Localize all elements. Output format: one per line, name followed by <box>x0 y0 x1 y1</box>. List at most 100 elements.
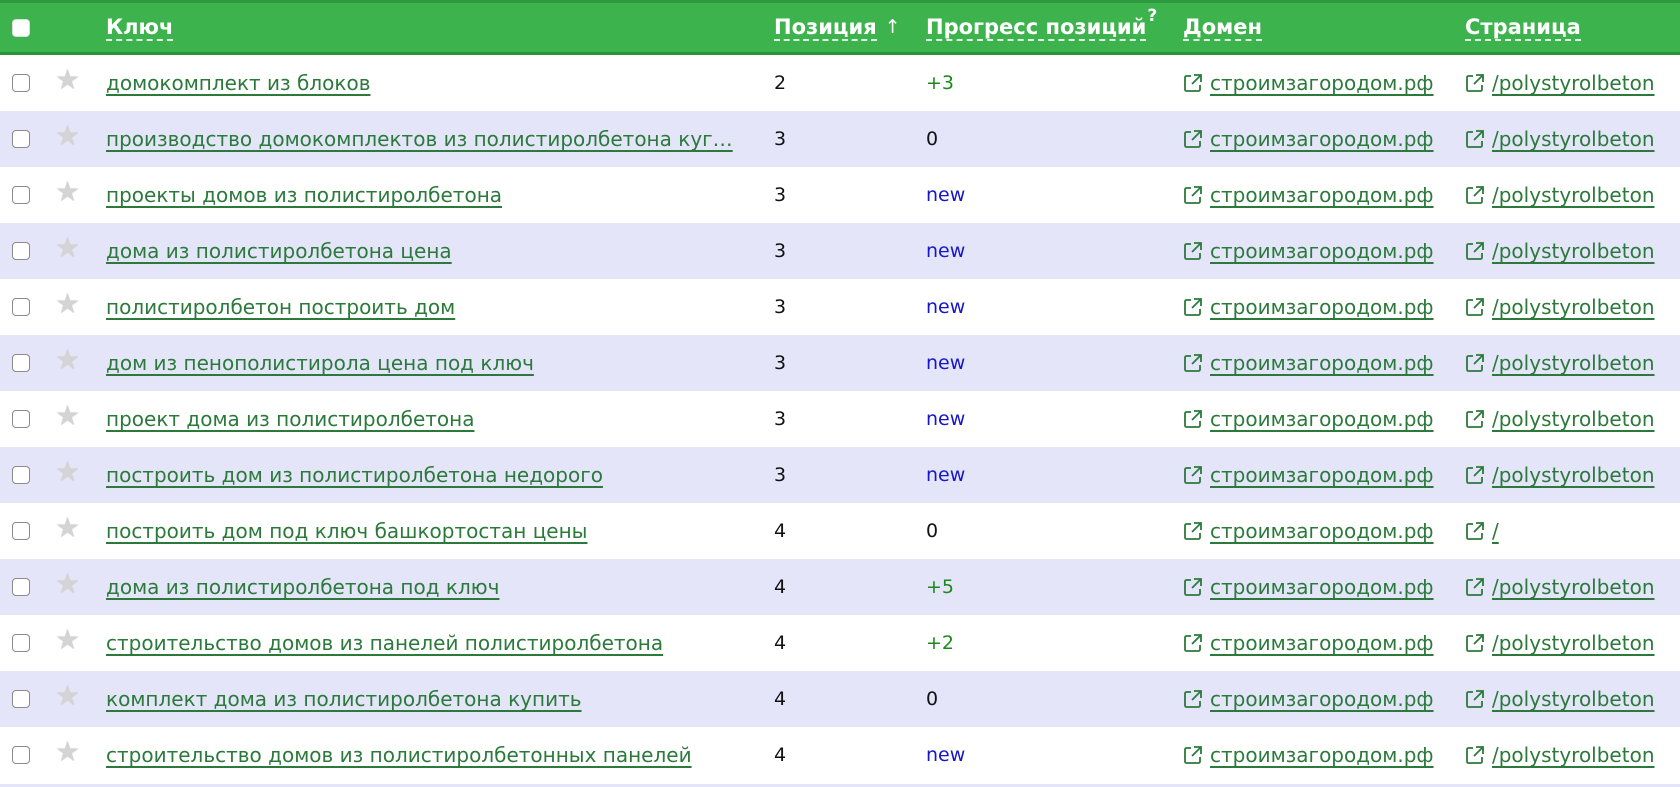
page-link[interactable]: / <box>1492 519 1499 543</box>
column-header-position[interactable]: Позиция ↑ <box>774 15 901 41</box>
external-link-icon[interactable] <box>1465 409 1485 429</box>
keyword-link[interactable]: дома из полистиролбетона цена <box>106 239 452 263</box>
row-checkbox[interactable] <box>12 634 30 652</box>
star-icon[interactable]: ★ <box>55 234 80 262</box>
domain-link[interactable]: строимзагородом.рф <box>1210 295 1434 319</box>
star-icon[interactable]: ★ <box>55 458 80 486</box>
page-link[interactable]: /polystyrolbeton <box>1492 351 1655 375</box>
external-link-icon[interactable] <box>1465 577 1485 597</box>
star-icon[interactable]: ★ <box>55 178 80 206</box>
page-link[interactable]: /polystyrolbeton <box>1492 575 1655 599</box>
external-link-icon[interactable] <box>1183 521 1203 541</box>
keyword-link[interactable]: дом из пенополистирола цена под ключ <box>106 351 534 375</box>
external-link-icon[interactable] <box>1465 465 1485 485</box>
row-checkbox[interactable] <box>12 242 30 260</box>
domain-link[interactable]: строимзагородом.рф <box>1210 71 1434 95</box>
domain-link[interactable]: строимзагородом.рф <box>1210 575 1434 599</box>
external-link-icon[interactable] <box>1465 185 1485 205</box>
keyword-link[interactable]: построить дом под ключ башкортостан цены <box>106 519 587 543</box>
column-header-progress[interactable]: Прогресс позиций ? <box>926 6 1157 41</box>
external-link-icon[interactable] <box>1183 73 1203 93</box>
row-checkbox[interactable] <box>12 690 30 708</box>
column-header-domain[interactable]: Домен <box>1183 15 1263 41</box>
page-link[interactable]: /polystyrolbeton <box>1492 295 1655 319</box>
star-icon[interactable]: ★ <box>55 346 80 374</box>
external-link-icon[interactable] <box>1183 409 1203 429</box>
page-link[interactable]: /polystyrolbeton <box>1492 239 1655 263</box>
keyword-link[interactable]: дома из полистиролбетона под ключ <box>106 575 499 599</box>
star-icon[interactable]: ★ <box>55 66 80 94</box>
domain-link[interactable]: строимзагородом.рф <box>1210 519 1434 543</box>
position-header-label[interactable]: Позиция <box>774 15 877 41</box>
domain-link[interactable]: строимзагородом.рф <box>1210 743 1434 767</box>
external-link-icon[interactable] <box>1465 73 1485 93</box>
external-link-icon[interactable] <box>1465 297 1485 317</box>
keyword-link[interactable]: домокомплект из блоков <box>106 71 371 95</box>
external-link-icon[interactable] <box>1465 745 1485 765</box>
keyword-link[interactable]: проекты домов из полистиролбетона <box>106 183 502 207</box>
page-link[interactable]: /polystyrolbeton <box>1492 743 1655 767</box>
page-link[interactable]: /polystyrolbeton <box>1492 183 1655 207</box>
page-link[interactable]: /polystyrolbeton <box>1492 687 1655 711</box>
external-link-icon[interactable] <box>1465 241 1485 261</box>
domain-link[interactable]: строимзагородом.рф <box>1210 351 1434 375</box>
row-checkbox[interactable] <box>12 410 30 428</box>
external-link-icon[interactable] <box>1183 689 1203 709</box>
external-link-icon[interactable] <box>1183 577 1203 597</box>
star-icon[interactable]: ★ <box>55 290 80 318</box>
select-all-checkbox[interactable] <box>12 18 30 37</box>
row-checkbox[interactable] <box>12 466 30 484</box>
row-checkbox[interactable] <box>12 130 30 148</box>
external-link-icon[interactable] <box>1465 689 1485 709</box>
star-icon[interactable]: ★ <box>55 122 80 150</box>
row-checkbox[interactable] <box>12 746 30 764</box>
external-link-icon[interactable] <box>1183 241 1203 261</box>
star-icon[interactable]: ★ <box>55 682 80 710</box>
domain-link[interactable]: строимзагородом.рф <box>1210 239 1434 263</box>
external-link-icon[interactable] <box>1183 129 1203 149</box>
row-checkbox[interactable] <box>12 74 30 92</box>
column-header-page[interactable]: Страница <box>1465 15 1581 41</box>
star-icon[interactable]: ★ <box>55 514 80 542</box>
domain-link[interactable]: строимзагородом.рф <box>1210 183 1434 207</box>
page-link[interactable]: /polystyrolbeton <box>1492 407 1655 431</box>
keyword-link[interactable]: построить дом из полистиролбетона недоро… <box>106 463 603 487</box>
row-checkbox[interactable] <box>12 354 30 372</box>
help-icon[interactable]: ? <box>1147 6 1157 26</box>
star-icon[interactable]: ★ <box>55 402 80 430</box>
row-checkbox[interactable] <box>12 298 30 316</box>
external-link-icon[interactable] <box>1183 465 1203 485</box>
external-link-icon[interactable] <box>1465 129 1485 149</box>
row-checkbox[interactable] <box>12 578 30 596</box>
keyword-link[interactable]: комплект дома из полистиролбетона купить <box>106 687 582 711</box>
keyword-link[interactable]: строительство домов из панелей полистиро… <box>106 631 663 655</box>
domain-link[interactable]: строимзагородом.рф <box>1210 407 1434 431</box>
domain-link[interactable]: строимзагородом.рф <box>1210 463 1434 487</box>
star-icon[interactable]: ★ <box>55 738 80 766</box>
progress-header-label[interactable]: Прогресс позиций <box>926 15 1147 41</box>
row-checkbox[interactable] <box>12 522 30 540</box>
external-link-icon[interactable] <box>1183 353 1203 373</box>
external-link-icon[interactable] <box>1183 633 1203 653</box>
keyword-link[interactable]: производство домокомплектов из полистиро… <box>106 127 733 151</box>
page-link[interactable]: /polystyrolbeton <box>1492 463 1655 487</box>
external-link-icon[interactable] <box>1465 521 1485 541</box>
domain-link[interactable]: строимзагородом.рф <box>1210 687 1434 711</box>
page-link[interactable]: /polystyrolbeton <box>1492 631 1655 655</box>
domain-link[interactable]: строимзагородом.рф <box>1210 127 1434 151</box>
page-link[interactable]: /polystyrolbeton <box>1492 71 1655 95</box>
external-link-icon[interactable] <box>1465 353 1485 373</box>
column-header-key[interactable]: Ключ <box>106 15 174 41</box>
external-link-icon[interactable] <box>1183 185 1203 205</box>
external-link-icon[interactable] <box>1183 745 1203 765</box>
keyword-link[interactable]: строительство домов из полистиролбетонны… <box>106 743 692 767</box>
domain-link[interactable]: строимзагородом.рф <box>1210 631 1434 655</box>
keyword-link[interactable]: проект дома из полистиролбетона <box>106 407 474 431</box>
keyword-link[interactable]: полистиролбетон построить дом <box>106 295 455 319</box>
star-icon[interactable]: ★ <box>55 626 80 654</box>
external-link-icon[interactable] <box>1465 633 1485 653</box>
row-checkbox[interactable] <box>12 186 30 204</box>
external-link-icon[interactable] <box>1183 297 1203 317</box>
page-link[interactable]: /polystyrolbeton <box>1492 127 1655 151</box>
star-icon[interactable]: ★ <box>55 570 80 598</box>
